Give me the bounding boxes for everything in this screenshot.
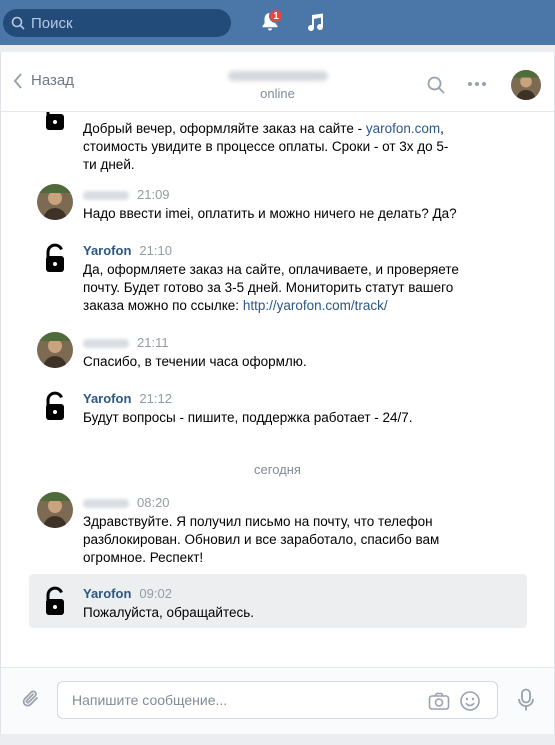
author-name[interactable] xyxy=(83,339,129,349)
yarofon-avatar[interactable] xyxy=(37,388,73,424)
author-name[interactable] xyxy=(83,499,129,509)
smile-icon[interactable] xyxy=(459,690,481,712)
message-time: 21:11 xyxy=(137,335,169,350)
author-name[interactable]: Yarofon xyxy=(83,243,131,258)
message-text: Спасибо, в течении часа оформлю. xyxy=(83,354,307,369)
author-name[interactable]: Yarofon xyxy=(83,586,131,601)
message-time: 08:20 xyxy=(137,495,170,510)
yarofon-avatar[interactable] xyxy=(37,112,73,134)
message-item: Yarofon 21:10 Да, оформляете заказ на сай… xyxy=(29,234,527,319)
search-icon[interactable] xyxy=(427,76,445,94)
search-icon xyxy=(11,16,25,30)
more-icon[interactable] xyxy=(467,81,487,87)
top-bar: Поиск 1 xyxy=(0,0,555,45)
camera-icon[interactable] xyxy=(428,691,450,711)
message-time: 09:02 xyxy=(139,586,172,601)
message-input[interactable]: Напишите сообщение... xyxy=(57,681,498,719)
message-text: Будут вопросы - пишите, поддержка работа… xyxy=(83,410,413,425)
user-avatar[interactable] xyxy=(37,332,73,368)
message-placeholder: Напишите сообщение... xyxy=(72,692,228,708)
message-text: Добрый вечер, оформляйте заказ на сайте … xyxy=(83,121,449,172)
chat-panel: Назад online Добрый вечер, оформляйте за… xyxy=(0,52,555,734)
yarofon-avatar[interactable] xyxy=(37,240,73,276)
message-time: 21:12 xyxy=(139,391,172,406)
message-time: 21:09 xyxy=(137,187,170,202)
microphone-icon[interactable] xyxy=(517,688,535,712)
day-separator: сегодня xyxy=(254,462,301,477)
search-input[interactable]: Поиск xyxy=(3,9,231,37)
notification-badge: 1 xyxy=(269,9,283,23)
message-item: 21:11 Спасибо, в течении часа оформлю. xyxy=(29,326,527,371)
search-placeholder: Поиск xyxy=(31,14,73,32)
chat-header: Назад online xyxy=(1,52,554,112)
user-avatar[interactable] xyxy=(37,492,73,528)
yarofon-avatar[interactable] xyxy=(37,583,73,619)
message-link[interactable]: yarofon.com xyxy=(366,121,440,136)
message-link[interactable]: http://yarofon.com/track/ xyxy=(243,298,388,313)
message-time: 21:10 xyxy=(139,243,172,258)
message-item: Добрый вечер, оформляйте заказ на сайте … xyxy=(29,112,527,172)
message-text: Надо ввести imei, оплатить и можно ничег… xyxy=(83,206,457,221)
contact-status: online xyxy=(260,86,295,101)
message-item: Yarofon 21:12 Будут вопросы - пишите, под… xyxy=(29,382,527,427)
paperclip-icon[interactable] xyxy=(21,688,41,710)
message-list: Добрый вечер, оформляйте заказ на сайте … xyxy=(1,112,554,667)
author-name[interactable] xyxy=(83,191,129,201)
message-item-selected[interactable]: Yarofon 09:02 Пожалуйста, обращайтесь. xyxy=(29,574,527,628)
contact-avatar[interactable] xyxy=(511,70,541,100)
blurred-name xyxy=(227,71,328,81)
message-text: Да, оформляете заказ на сайте, оплачивае… xyxy=(83,262,459,313)
message-item: 08:20 Здравствуйте. Я получил письмо на … xyxy=(29,486,527,566)
message-text: Пожалуйста, обращайтесь. xyxy=(83,605,255,620)
composer: Напишите сообщение... xyxy=(1,667,554,734)
user-avatar[interactable] xyxy=(37,184,73,220)
author-name[interactable]: Yarofon xyxy=(83,391,131,406)
music-icon[interactable] xyxy=(304,11,326,33)
message-text: Здравствуйте. Я получил письмо на почту,… xyxy=(83,514,440,565)
message-item: 21:09 Надо ввести imei, оплатить и можно… xyxy=(29,178,527,223)
